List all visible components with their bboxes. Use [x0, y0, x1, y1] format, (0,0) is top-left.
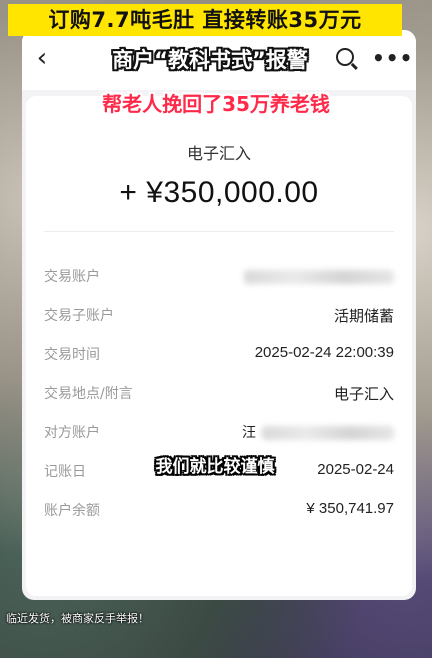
headline-caption: 商户“教科书式”报警	[112, 48, 308, 72]
bottom-caption: 临近发货，被商家反手举报！	[6, 612, 149, 625]
counterparty-name: 汪	[242, 425, 256, 441]
masked-counterparty-account	[262, 426, 394, 440]
row-value: 活期储蓄	[333, 308, 394, 325]
chevron-left-icon[interactable]: ‹	[30, 44, 54, 72]
detail-row-time: 交易时间 2025-02-24 22:00:39	[44, 344, 394, 368]
detail-row-sub-account: 交易子账户 活期储蓄	[44, 305, 394, 329]
row-label: 交易时间	[44, 347, 100, 363]
transaction-amount: + ¥350,000.00	[119, 176, 319, 209]
speech-subtitle: 我们就比较谨慎	[155, 457, 275, 477]
row-label: 交易地点/附言	[44, 386, 133, 402]
row-label: 交易账户	[44, 269, 100, 285]
masked-account-number	[244, 270, 394, 284]
detail-row-location: 交易地点/附言 电子汇入	[44, 383, 394, 407]
row-value: 2025-02-24	[317, 461, 394, 478]
transaction-detail-card: 电子汇入 + ¥350,000.00 交易账户 交易子账户 活期储蓄 交易时间 …	[26, 96, 412, 596]
detail-row-account: 交易账户	[44, 266, 394, 290]
transaction-type: 电子汇入	[186, 144, 251, 163]
row-value: 电子汇入	[333, 386, 394, 403]
row-value: 2025-02-24 22:00:39	[254, 344, 394, 361]
detail-row-counterparty: 对方账户 汪	[44, 422, 394, 446]
row-label: 交易子账户	[44, 308, 114, 324]
subhead-caption: 帮老人挽回了35万养老钱	[102, 92, 330, 116]
more-dots-icon[interactable]: •••	[372, 46, 413, 70]
detail-row-balance: 账户余额 ¥ 350,741.97	[44, 500, 394, 524]
top-banner-caption: 订购7.7吨毛肚 直接转账35万元	[8, 4, 402, 36]
divider	[44, 231, 394, 232]
row-label: 账户余额	[44, 503, 100, 519]
row-label: 记账日	[44, 464, 86, 480]
row-value: ¥ 350,741.97	[306, 500, 394, 517]
row-label: 对方账户	[44, 425, 100, 441]
